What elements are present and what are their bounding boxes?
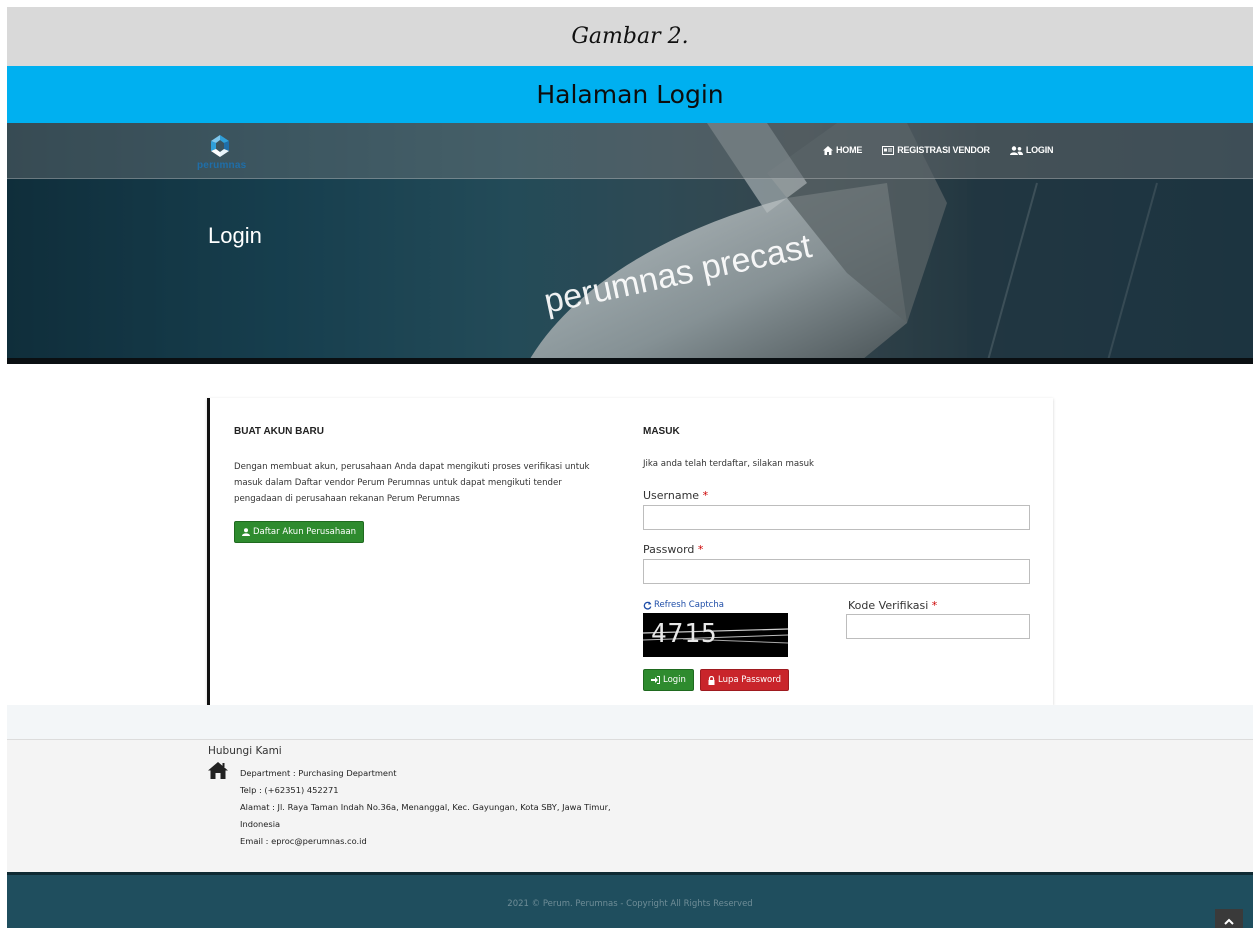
nav-login-label: LOGIN (1025, 145, 1054, 155)
register-title: BUAT AKUN BARU (234, 426, 324, 437)
login-button-label: Login (663, 675, 686, 685)
copyright-text: 2021 © Perum. Perumnas - Copyright All R… (507, 899, 753, 909)
page-title: Login (208, 223, 262, 248)
sign-in-icon (651, 676, 660, 684)
nav-home[interactable]: HOME (823, 145, 862, 155)
login-button[interactable]: Login (643, 669, 694, 691)
register-company-button[interactable]: Daftar Akun Perusahaan (234, 521, 365, 543)
refresh-captcha-link[interactable]: Refresh Captcha (643, 600, 724, 610)
contact-email: Email : eproc@perumnas.co.id (240, 836, 367, 846)
password-input[interactable] (643, 559, 1030, 584)
top-navigation: perumnas HOME REGISTRASI VENDOR LOGIN (7, 123, 1253, 179)
nav-menu: HOME REGISTRASI VENDOR LOGIN (823, 145, 1054, 155)
logo-mark-icon (211, 135, 229, 157)
perumnas-logo[interactable]: perumnas (197, 132, 267, 172)
password-label: Password * (643, 543, 703, 556)
contact-footer: Hubungi Kami Department : Purchasing Dep… (7, 739, 1253, 872)
required-marker: * (702, 489, 709, 502)
figure-caption-bar: Gambar 2. (7, 7, 1253, 66)
login-title: MASUK (643, 426, 680, 437)
contact-department: Department : Purchasing Department (240, 768, 397, 778)
captcha-image: 4715 (643, 613, 788, 657)
username-label-text: Username (643, 489, 700, 502)
required-marker: * (931, 599, 938, 612)
contact-phone: Telp : (+62351) 452271 (240, 785, 339, 795)
user-icon (242, 528, 250, 536)
hero-banner: perumnas precast perumnas HOME REGISTRAS… (7, 123, 1253, 364)
chevron-up-icon (1224, 918, 1234, 925)
contact-title: Hubungi Kami (208, 745, 282, 757)
figure-title-bar: Halaman Login (7, 66, 1253, 123)
figure-caption: Gambar 2. (571, 24, 689, 49)
logo-text: perumnas (197, 160, 247, 171)
verification-label: Kode Verifikasi * (848, 599, 937, 612)
separator-band (7, 705, 1253, 739)
scroll-to-top-button[interactable] (1215, 909, 1243, 928)
register-company-button-label: Daftar Akun Perusahaan (253, 527, 357, 537)
verification-code-input[interactable] (846, 614, 1030, 639)
nav-registrasi-vendor[interactable]: REGISTRASI VENDOR (882, 145, 990, 155)
home-icon (823, 145, 833, 155)
contact-details: Department : Purchasing Department Telp … (240, 765, 620, 850)
users-icon (1009, 145, 1023, 155)
required-marker: * (697, 543, 704, 556)
login-section: MASUK Jika anda telah terdaftar, silakan… (643, 426, 1033, 691)
login-description: Jika anda telah terdaftar, silakan masuk (643, 459, 814, 469)
lock-icon (708, 675, 715, 685)
copyright-bar: 2021 © Perum. Perumnas - Copyright All R… (7, 872, 1253, 928)
username-input[interactable] (643, 505, 1030, 530)
id-card-icon (882, 145, 895, 155)
forgot-password-button-label: Lupa Password (718, 675, 781, 685)
login-card: BUAT AKUN BARU Dengan membuat akun, peru… (207, 398, 1053, 705)
home-icon (208, 762, 228, 779)
contact-address: Alamat : Jl. Raya Taman Indah No.36a, Me… (240, 802, 611, 829)
nav-registrasi-vendor-label: REGISTRASI VENDOR (897, 145, 990, 155)
figure-title: Halaman Login (536, 80, 724, 109)
refresh-captcha-label: Refresh Captcha (654, 600, 724, 610)
verification-label-text: Kode Verifikasi (848, 599, 929, 612)
register-description: Dengan membuat akun, perusahaan Anda dap… (234, 462, 590, 504)
register-section: BUAT AKUN BARU Dengan membuat akun, peru… (234, 426, 614, 543)
nav-login[interactable]: LOGIN (1009, 145, 1054, 155)
password-label-text: Password (643, 543, 695, 556)
refresh-icon (643, 601, 652, 610)
forgot-password-button[interactable]: Lupa Password (700, 669, 789, 691)
username-label: Username * (643, 489, 708, 502)
nav-home-label: HOME (836, 145, 863, 155)
captcha-code: 4715 (651, 619, 718, 649)
